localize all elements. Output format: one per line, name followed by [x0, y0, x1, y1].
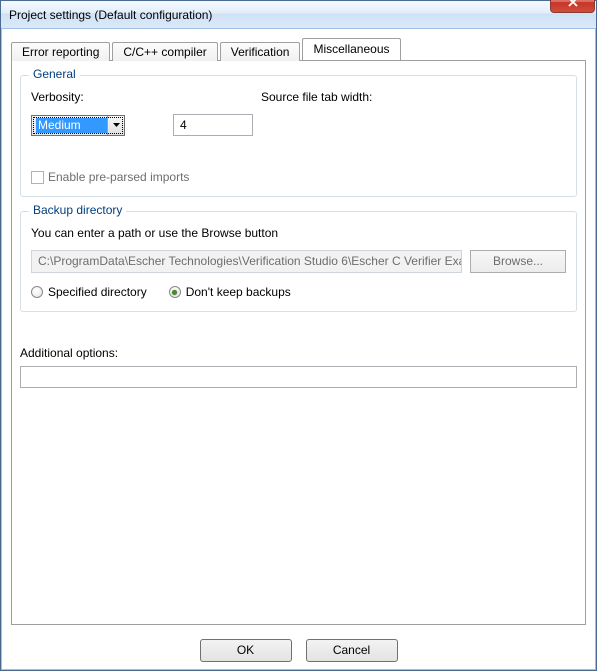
browse-button[interactable]: Browse...: [470, 250, 566, 273]
backup-description: You can enter a path or use the Browse b…: [31, 226, 566, 240]
backup-radio-row: Specified directory Don't keep backups: [31, 285, 566, 299]
cancel-button[interactable]: Cancel: [306, 639, 398, 662]
enable-preparsed-checkbox[interactable]: [31, 171, 44, 184]
tabwidth-input[interactable]: 4: [173, 114, 253, 136]
tab-verification[interactable]: Verification: [220, 42, 301, 61]
verbosity-combo[interactable]: Medium: [31, 115, 125, 136]
radio-specified-indicator: [31, 286, 43, 298]
window-title: Project settings (Default configuration): [9, 8, 550, 22]
tab-c-cpp-compiler[interactable]: C/C++ compiler: [112, 42, 217, 61]
tab-miscellaneous[interactable]: Miscellaneous: [302, 38, 400, 60]
backup-path-input[interactable]: C:\ProgramData\Escher Technologies\Verif…: [31, 250, 462, 273]
close-icon: [567, 0, 579, 10]
additional-options-input[interactable]: [20, 366, 577, 388]
titlebar: Project settings (Default configuration): [1, 1, 596, 29]
general-controls-row: Medium 4: [31, 114, 566, 136]
tab-strip: Error reporting C/C++ compiler Verificat…: [11, 38, 586, 60]
dialog-button-row: OK Cancel: [11, 631, 586, 662]
dialog-window: Project settings (Default configuration)…: [0, 0, 597, 671]
additional-options-label: Additional options:: [20, 346, 577, 360]
enable-preparsed-label: Enable pre-parsed imports: [48, 170, 189, 184]
client-area: Error reporting C/C++ compiler Verificat…: [1, 29, 596, 670]
group-backup-legend: Backup directory: [29, 203, 126, 217]
tabwidth-label: Source file tab width:: [261, 90, 401, 104]
radio-specified-directory[interactable]: Specified directory: [31, 285, 147, 299]
verbosity-value: Medium: [36, 118, 107, 133]
group-general: General Verbosity: Source file tab width…: [20, 75, 577, 197]
enable-preparsed-row[interactable]: Enable pre-parsed imports: [31, 170, 566, 184]
radio-dont-keep-backups[interactable]: Don't keep backups: [169, 285, 291, 299]
close-button[interactable]: [550, 0, 595, 13]
ok-button[interactable]: OK: [200, 639, 292, 662]
group-general-legend: General: [29, 67, 80, 81]
verbosity-label: Verbosity:: [31, 90, 171, 104]
chevron-down-icon: [107, 116, 124, 135]
tab-page-miscellaneous: General Verbosity: Source file tab width…: [11, 60, 586, 625]
radio-nokeep-indicator: [169, 286, 181, 298]
general-labels-row: Verbosity: Source file tab width:: [31, 90, 566, 104]
radio-nokeep-label: Don't keep backups: [186, 285, 291, 299]
group-backup: Backup directory You can enter a path or…: [20, 211, 577, 312]
radio-specified-label: Specified directory: [48, 285, 147, 299]
backup-path-row: C:\ProgramData\Escher Technologies\Verif…: [31, 250, 566, 273]
tab-error-reporting[interactable]: Error reporting: [11, 42, 110, 61]
